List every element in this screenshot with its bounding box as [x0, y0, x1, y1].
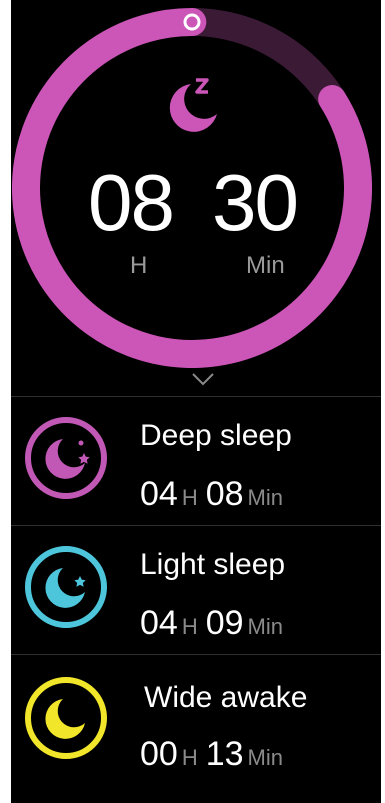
moon-icon: [23, 675, 109, 761]
list-item-wide-awake[interactable]: Wide awake 00 H 13 Min: [11, 655, 381, 783]
stage-duration: 04 H 08 Min: [140, 475, 291, 514]
stage-minutes-unit: Min: [247, 485, 283, 510]
stage-minutes-unit: Min: [247, 614, 283, 639]
stage-minutes-unit: Min: [247, 745, 283, 770]
stage-hours-unit: H: [181, 485, 198, 510]
total-hours-unit: H: [130, 252, 148, 279]
total-hours: 08: [88, 158, 175, 247]
stage-hours-unit: H: [181, 614, 198, 639]
moon-star-icon: [23, 544, 109, 630]
stage-duration: 04 H 09 Min: [140, 604, 291, 643]
stage-duration: 00 H 13 Min: [140, 735, 291, 774]
stage-hours-unit: H: [181, 745, 198, 770]
total-minutes: 30: [212, 158, 299, 247]
moon-stars-icon: [23, 415, 109, 501]
stage-hours: 04: [140, 604, 178, 642]
moon-sleep-icon: [161, 74, 225, 138]
stage-label: Wide awake: [144, 681, 308, 714]
stage-hours: 04: [140, 475, 178, 513]
stage-minutes: 09: [205, 604, 244, 642]
stage-minutes: 13: [205, 735, 244, 773]
stage-label: Deep sleep: [140, 419, 292, 452]
stage-label: Light sleep: [140, 548, 286, 581]
list-item-deep-sleep[interactable]: Deep sleep 04 H 08 Min: [11, 397, 381, 525]
list-item-light-sleep[interactable]: Light sleep 04 H 09 Min: [11, 526, 381, 654]
stage-minutes: 08: [205, 475, 244, 513]
stage-hours: 00: [140, 735, 178, 773]
total-sleep-time: 08 30: [0, 158, 385, 248]
chevron-down-icon[interactable]: [191, 372, 215, 386]
total-minutes-unit: Min: [246, 252, 285, 279]
